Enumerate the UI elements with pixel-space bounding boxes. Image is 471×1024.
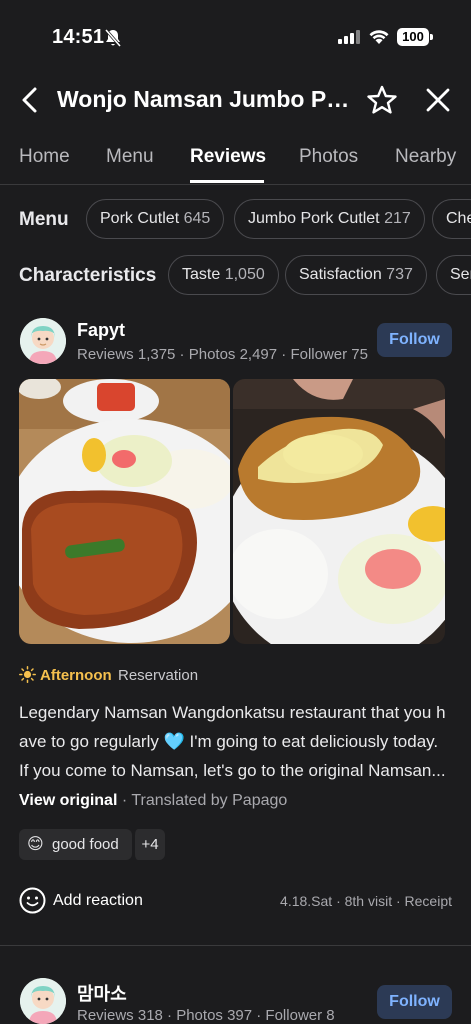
chip-name: Ser xyxy=(450,266,471,283)
reviewer-name[interactable]: 맘마소 xyxy=(77,980,127,1006)
follow-button[interactable]: Follow xyxy=(377,985,452,1019)
review-line: Legendary Namsan Wangdonkatsu restaurant… xyxy=(19,703,446,722)
blue-heart-emoji: 🩵 xyxy=(163,732,185,751)
tab-bar: Home Menu Reviews Photos Nearby xyxy=(0,140,471,185)
chip-name: Che xyxy=(446,210,471,227)
more-tags-button[interactable]: +4 xyxy=(132,829,165,860)
tab-reviews[interactable]: Reviews xyxy=(190,146,266,168)
reviewer-name[interactable]: Fapyt xyxy=(77,320,125,341)
wifi-icon xyxy=(368,28,390,50)
bell-off-icon xyxy=(104,28,122,53)
filter-chip-taste[interactable]: Taste 1,050 xyxy=(168,255,279,295)
tab-nearby[interactable]: Nearby xyxy=(395,146,456,168)
tab-home[interactable]: Home xyxy=(19,146,70,168)
visit-type: Reservation xyxy=(118,667,199,684)
menu-filter-label: Menu xyxy=(19,209,69,230)
review-line-part: ave to go regularly xyxy=(19,732,159,751)
star-icon[interactable] xyxy=(366,84,398,121)
reviewer-stats: Reviews 318 · Photos 397 · Follower 8 xyxy=(77,1007,335,1024)
chip-count: 1,050 xyxy=(224,266,265,283)
back-arrow-icon[interactable] xyxy=(18,86,42,119)
filter-chip-jumbo-pork-cutlet[interactable]: Jumbo Pork Cutlet 217 xyxy=(234,199,425,239)
chip-name: Pork Cutlet xyxy=(100,210,180,227)
tab-photos[interactable]: Photos xyxy=(299,146,358,168)
filter-chip-satisfaction[interactable]: Satisfaction 737 xyxy=(285,255,427,295)
page-title: Wonjo Namsan Jumbo Por... xyxy=(57,86,357,112)
smiley-reaction-icon[interactable] xyxy=(19,887,46,919)
reviewer-avatar[interactable] xyxy=(20,978,66,1024)
close-icon[interactable] xyxy=(424,86,452,119)
review-line: If you come to Namsan, let's go to the o… xyxy=(19,761,446,780)
battery-icon: 100 xyxy=(397,28,429,46)
visit-time: Afternoon xyxy=(40,667,112,684)
status-time: 14:51 xyxy=(52,26,105,48)
tag-label: good food xyxy=(52,836,119,853)
filter-chip-pork-cutlet[interactable]: Pork Cutlet 645 xyxy=(86,199,225,239)
chip-count: 217 xyxy=(384,210,411,227)
chip-name: Taste xyxy=(182,266,221,283)
view-original-link[interactable]: View original xyxy=(19,792,117,809)
review-line: ave to go regularly 🩵 I'm going to eat d… xyxy=(19,727,457,756)
review-photo-2[interactable] xyxy=(233,379,445,644)
status-bar: 14:51 100 xyxy=(0,0,471,72)
tag-good-food[interactable]: 😊 good food xyxy=(19,829,132,860)
translated-by: · Translated by Papago xyxy=(117,792,288,809)
title-bar: Wonjo Namsan Jumbo Por... xyxy=(0,80,471,120)
follow-button[interactable]: Follow xyxy=(377,323,452,357)
review-divider xyxy=(0,945,471,946)
characteristics-filter-row: Characteristics Taste 1,050 Satisfaction… xyxy=(0,255,471,297)
reviewer-avatar[interactable] xyxy=(20,318,66,364)
visit-meta: 4.18.Sat · 8th visit · Receipt xyxy=(280,893,452,909)
chip-count: 645 xyxy=(183,210,211,227)
reaction-row: Add reaction 4.18.Sat · 8th visit · Rece… xyxy=(19,887,459,915)
sun-icon xyxy=(19,666,36,687)
review-text[interactable]: Legendary Namsan Wangdonkatsu restaurant… xyxy=(19,698,457,785)
reviewer-stats: Reviews 1,375 · Photos 2,497 · Follower … xyxy=(77,346,368,363)
menu-filter-row: Menu Pork Cutlet 645 Jumbo Pork Cutlet 2… xyxy=(0,199,471,241)
chip-count: 737 xyxy=(386,266,413,283)
battery-tip xyxy=(430,34,433,40)
filter-chip-cheese[interactable]: Che xyxy=(432,199,471,239)
add-reaction-button[interactable]: Add reaction xyxy=(53,892,143,910)
active-tab-indicator xyxy=(190,180,264,183)
characteristics-filter-label: Characteristics xyxy=(19,265,157,286)
tab-menu[interactable]: Menu xyxy=(106,146,154,168)
filter-chip-service[interactable]: Ser xyxy=(436,255,471,295)
chip-name: Satisfaction xyxy=(299,266,382,283)
review-photo-1[interactable] xyxy=(19,379,230,644)
review-line-part: I'm going to eat deliciously today. xyxy=(184,732,439,751)
smile-emoji: 😊 xyxy=(27,836,44,853)
translation-row: View original · Translated by Papago xyxy=(19,792,287,810)
chip-name: Jumbo Pork Cutlet xyxy=(248,210,380,227)
cellular-signal-icon xyxy=(338,30,360,49)
